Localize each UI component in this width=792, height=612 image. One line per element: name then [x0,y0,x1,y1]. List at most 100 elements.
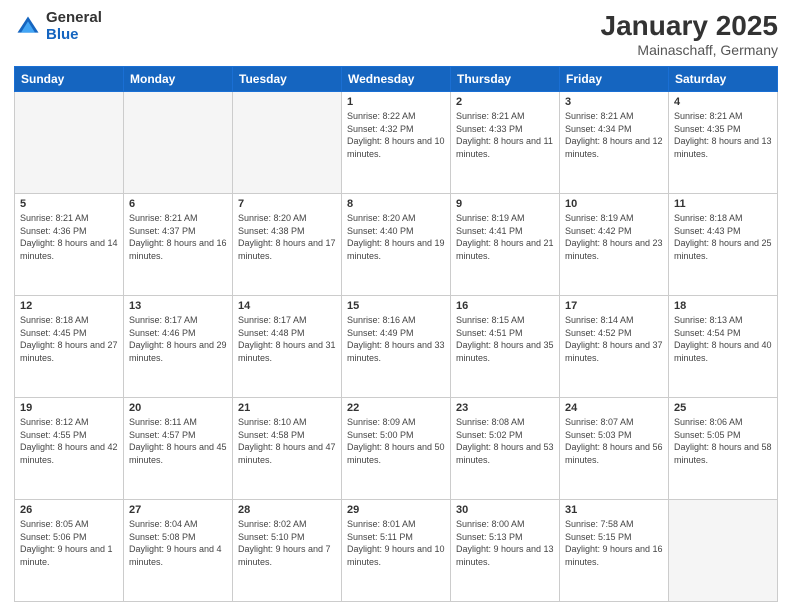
day-number: 29 [347,504,445,516]
day-detail: Sunrise: 8:15 AMSunset: 4:51 PMDaylight:… [456,314,554,364]
day-detail: Sunrise: 8:21 AMSunset: 4:35 PMDaylight:… [674,110,772,160]
day-detail: Sunrise: 8:06 AMSunset: 5:05 PMDaylight:… [674,416,772,466]
day-number: 24 [565,402,663,414]
day-cell-20: 20Sunrise: 8:11 AMSunset: 4:57 PMDayligh… [124,398,233,500]
header: General Blue January 2025 Mainaschaff, G… [14,10,778,58]
day-number: 10 [565,198,663,210]
day-number: 14 [238,300,336,312]
day-cell-7: 7 Sunrise: 8:20 AMSunset: 4:38 PMDaylight… [233,194,342,296]
day-detail: Sunrise: 8:04 AMSunset: 5:08 PMDaylight:… [129,518,227,568]
day-cell-23: 23 Sunrise: 8:08 AMSunset: 5:02 PMDayligh… [451,398,560,500]
week-row-0: 1 Sunrise: 8:22 AMSunset: 4:32 PMDaylight… [15,92,778,194]
day-number: 5 [20,198,118,210]
day-number: 27 [129,504,227,516]
logo-blue: Blue [46,27,102,44]
week-row-4: 26 Sunrise: 8:05 AMSunset: 5:06 PMDayligh… [15,500,778,602]
day-detail: Sunrise: 8:00 AMSunset: 5:13 PMDaylight:… [456,518,554,568]
day-number: 17 [565,300,663,312]
day-cell-15: 15Sunrise: 8:16 AMSunset: 4:49 PMDayligh… [342,296,451,398]
day-number: 26 [20,504,118,516]
day-cell-3: 3 Sunrise: 8:21 AMSunset: 4:34 PMDaylight… [560,92,669,194]
header-row: SundayMondayTuesdayWednesdayThursdayFrid… [15,67,778,92]
day-detail: Sunrise: 8:13 AMSunset: 4:54 PMDaylight:… [674,314,772,364]
day-detail: Sunrise: 7:58 AMSunset: 5:15 PMDaylight:… [565,518,663,568]
day-cell-empty-1 [124,92,233,194]
day-number: 19 [20,402,118,414]
day-number: 1 [347,96,445,108]
day-cell-26: 26 Sunrise: 8:05 AMSunset: 5:06 PMDayligh… [15,500,124,602]
day-number: 11 [674,198,772,210]
day-cell-empty-6 [669,500,778,602]
header-wednesday: Wednesday [342,67,451,92]
day-number: 28 [238,504,336,516]
day-detail: Sunrise: 8:14 AMSunset: 4:52 PMDaylight:… [565,314,663,364]
day-detail: Sunrise: 8:17 AMSunset: 4:48 PMDaylight:… [238,314,336,364]
day-cell-empty-2 [233,92,342,194]
day-cell-9: 9 Sunrise: 8:19 AMSunset: 4:41 PMDaylight… [451,194,560,296]
day-detail: Sunrise: 8:08 AMSunset: 5:02 PMDaylight:… [456,416,554,466]
day-cell-14: 14 Sunrise: 8:17 AMSunset: 4:48 PMDayligh… [233,296,342,398]
day-detail: Sunrise: 8:18 AMSunset: 4:45 PMDaylight:… [20,314,118,364]
day-detail: Sunrise: 8:05 AMSunset: 5:06 PMDaylight:… [20,518,118,568]
day-cell-27: 27 Sunrise: 8:04 AMSunset: 5:08 PMDayligh… [124,500,233,602]
day-number: 13 [129,300,227,312]
day-cell-16: 16 Sunrise: 8:15 AMSunset: 4:51 PMDayligh… [451,296,560,398]
day-number: 7 [238,198,336,210]
day-cell-11: 11 Sunrise: 8:18 AMSunset: 4:43 PMDayligh… [669,194,778,296]
day-detail: Sunrise: 8:21 AMSunset: 4:37 PMDaylight:… [129,212,227,262]
week-row-2: 12 Sunrise: 8:18 AMSunset: 4:45 PMDayligh… [15,296,778,398]
day-detail: Sunrise: 8:21 AMSunset: 4:36 PMDaylight:… [20,212,118,262]
day-cell-13: 13 Sunrise: 8:17 AMSunset: 4:46 PMDayligh… [124,296,233,398]
day-detail: Sunrise: 8:07 AMSunset: 5:03 PMDaylight:… [565,416,663,466]
day-cell-17: 17 Sunrise: 8:14 AMSunset: 4:52 PMDayligh… [560,296,669,398]
day-detail: Sunrise: 8:10 AMSunset: 4:58 PMDaylight:… [238,416,336,466]
day-detail: Sunrise: 8:22 AMSunset: 4:32 PMDaylight:… [347,110,445,160]
title-month: January 2025 [601,10,778,42]
day-detail: Sunrise: 8:16 AMSunset: 4:49 PMDaylight:… [347,314,445,364]
day-cell-5: 5 Sunrise: 8:21 AMSunset: 4:36 PMDaylight… [15,194,124,296]
day-number: 4 [674,96,772,108]
day-cell-8: 8Sunrise: 8:20 AMSunset: 4:40 PMDaylight… [342,194,451,296]
day-cell-29: 29 Sunrise: 8:01 AMSunset: 5:11 PMDayligh… [342,500,451,602]
day-cell-6: 6Sunrise: 8:21 AMSunset: 4:37 PMDaylight… [124,194,233,296]
day-detail: Sunrise: 8:19 AMSunset: 4:42 PMDaylight:… [565,212,663,262]
day-detail: Sunrise: 8:21 AMSunset: 4:33 PMDaylight:… [456,110,554,160]
header-friday: Friday [560,67,669,92]
day-cell-24: 24 Sunrise: 8:07 AMSunset: 5:03 PMDayligh… [560,398,669,500]
day-number: 2 [456,96,554,108]
day-cell-empty-0 [15,92,124,194]
day-detail: Sunrise: 8:21 AMSunset: 4:34 PMDaylight:… [565,110,663,160]
day-number: 23 [456,402,554,414]
day-cell-21: 21Sunrise: 8:10 AMSunset: 4:58 PMDayligh… [233,398,342,500]
logo: General Blue [14,10,102,43]
header-sunday: Sunday [15,67,124,92]
day-detail: Sunrise: 8:01 AMSunset: 5:11 PMDaylight:… [347,518,445,568]
day-cell-4: 4 Sunrise: 8:21 AMSunset: 4:35 PMDaylight… [669,92,778,194]
day-cell-28: 28Sunrise: 8:02 AMSunset: 5:10 PMDayligh… [233,500,342,602]
day-number: 9 [456,198,554,210]
day-number: 18 [674,300,772,312]
day-cell-30: 30 Sunrise: 8:00 AMSunset: 5:13 PMDayligh… [451,500,560,602]
calendar-table: SundayMondayTuesdayWednesdayThursdayFrid… [14,66,778,602]
day-number: 22 [347,402,445,414]
day-detail: Sunrise: 8:12 AMSunset: 4:55 PMDaylight:… [20,416,118,466]
day-detail: Sunrise: 8:20 AMSunset: 4:38 PMDaylight:… [238,212,336,262]
day-number: 3 [565,96,663,108]
day-detail: Sunrise: 8:11 AMSunset: 4:57 PMDaylight:… [129,416,227,466]
day-cell-22: 22 Sunrise: 8:09 AMSunset: 5:00 PMDayligh… [342,398,451,500]
day-number: 16 [456,300,554,312]
day-number: 30 [456,504,554,516]
day-detail: Sunrise: 8:19 AMSunset: 4:41 PMDaylight:… [456,212,554,262]
day-cell-19: 19 Sunrise: 8:12 AMSunset: 4:55 PMDayligh… [15,398,124,500]
day-number: 25 [674,402,772,414]
day-detail: Sunrise: 8:18 AMSunset: 4:43 PMDaylight:… [674,212,772,262]
day-number: 12 [20,300,118,312]
page: General Blue January 2025 Mainaschaff, G… [0,0,792,612]
day-detail: Sunrise: 8:09 AMSunset: 5:00 PMDaylight:… [347,416,445,466]
day-detail: Sunrise: 8:17 AMSunset: 4:46 PMDaylight:… [129,314,227,364]
logo-general: General [46,10,102,27]
logo-text: General Blue [46,10,102,43]
title-block: January 2025 Mainaschaff, Germany [601,10,778,58]
title-location: Mainaschaff, Germany [601,42,778,58]
day-detail: Sunrise: 8:20 AMSunset: 4:40 PMDaylight:… [347,212,445,262]
